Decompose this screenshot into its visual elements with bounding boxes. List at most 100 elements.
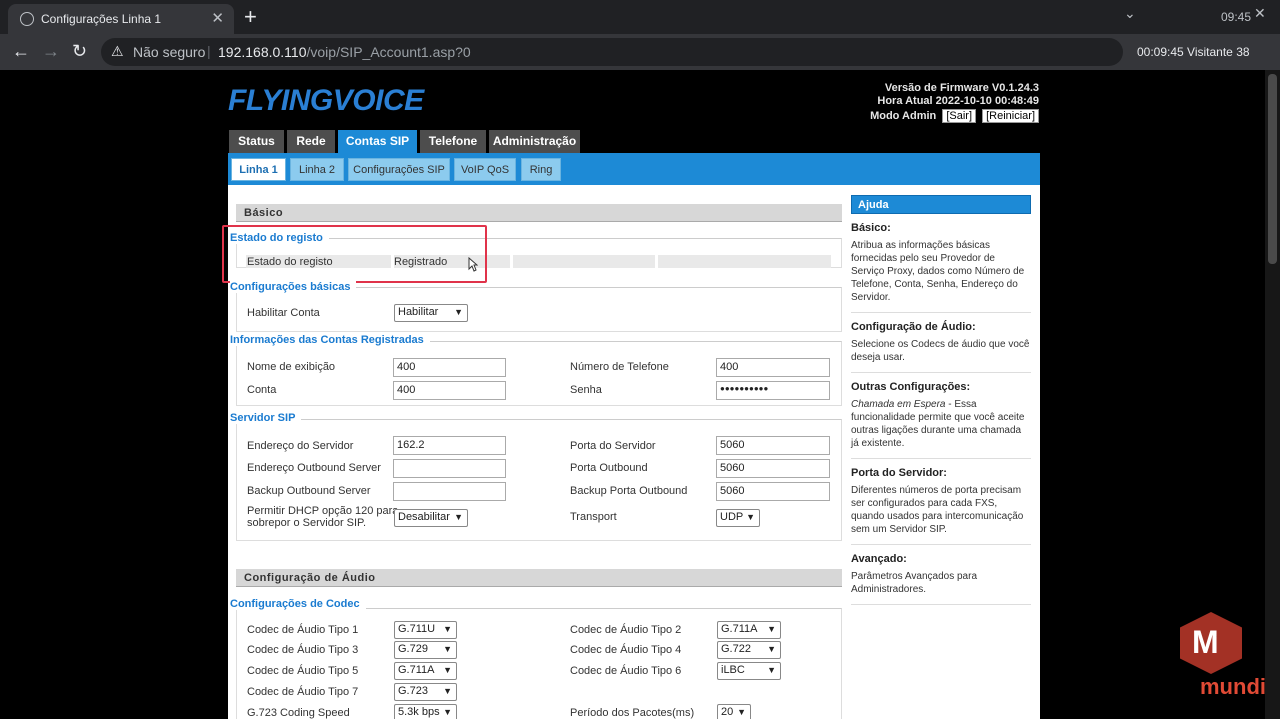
- codec-6-value: iLBC: [721, 664, 745, 676]
- browser-tab[interactable]: Configurações Linha 1 ✕: [8, 4, 234, 34]
- chevron-down-icon: ▼: [443, 644, 452, 654]
- codec-4-value: G.722: [721, 643, 751, 655]
- help-panel: Ajuda Básico: Atribua as informações bás…: [851, 195, 1031, 605]
- codec-7-label: Codec de Áudio Tipo 7: [247, 686, 359, 698]
- help-section-text: Selecione os Codecs de áudio que você de…: [851, 339, 1030, 363]
- help-section-server-port: Porta do Servidor: Diferentes números de…: [851, 459, 1031, 545]
- firmware-version: Versão de Firmware V0.1.24.3: [884, 82, 1039, 94]
- address-separator: |: [207, 43, 211, 59]
- backup-outbound-input[interactable]: [393, 482, 506, 501]
- display-name-input[interactable]: 400: [393, 358, 506, 377]
- codec-6-label: Codec de Áudio Tipo 6: [570, 665, 682, 677]
- address-path: /voip/SIP_Account1.asp?0: [306, 44, 471, 60]
- forward-arrow-icon[interactable]: →: [42, 41, 60, 62]
- help-section-text: Parâmetros Avançados para Administradore…: [851, 571, 978, 595]
- subtab-ring[interactable]: Ring: [521, 158, 561, 181]
- back-arrow-icon[interactable]: ←: [12, 41, 30, 62]
- chevron-down-icon[interactable]: ⌄: [1124, 5, 1136, 22]
- chevron-down-icon: ▼: [443, 686, 452, 696]
- codec-1-value: G.711U: [398, 623, 436, 635]
- packet-period-select[interactable]: 20 ▼: [717, 704, 751, 719]
- subtab-voip-qos[interactable]: VoIP QoS: [454, 158, 516, 181]
- cell-divider: [655, 255, 658, 268]
- address-bar[interactable]: ⚠ Não seguro | 192.168.0.110/voip/SIP_Ac…: [101, 38, 1123, 66]
- outbound-port-input[interactable]: 5060: [716, 459, 830, 478]
- codec-1-label: Codec de Áudio Tipo 1: [247, 624, 359, 636]
- help-section-title: Outras Configurações:: [851, 381, 971, 393]
- outbound-port-label: Porta Outbound: [570, 462, 648, 474]
- outbound-server-label: Endereço Outbound Server: [247, 462, 381, 474]
- subtab-linha-1[interactable]: Linha 1: [231, 158, 286, 181]
- tab-contas-sip[interactable]: Contas SIP: [338, 130, 417, 153]
- section-audio: Configuração de Áudio: [236, 569, 842, 587]
- help-title: Ajuda: [851, 195, 1031, 214]
- logo-glyph: M: [1192, 624, 1219, 660]
- chevron-down-icon: ▼: [767, 644, 776, 654]
- help-section-advanced: Avançado: Parâmetros Avançados para Admi…: [851, 545, 1031, 605]
- firmware-info: Versão de Firmware V0.1.24.3 Hora Atual …: [877, 82, 1039, 108]
- dhcp-option-select[interactable]: Desabilitar ▼: [394, 509, 468, 527]
- help-section-text: Diferentes números de porta precisam ser…: [851, 485, 1024, 535]
- codec-6-select[interactable]: iLBC ▼: [717, 662, 781, 680]
- coding-speed-select[interactable]: 5.3k bps ▼: [394, 704, 457, 719]
- tab-telefone[interactable]: Telefone: [420, 130, 486, 153]
- server-port-input[interactable]: 5060: [716, 436, 830, 455]
- password-input[interactable]: ●●●●●●●●●●: [716, 381, 830, 400]
- reboot-button[interactable]: [Reiniciar]: [982, 109, 1039, 123]
- backup-port-input[interactable]: 5060: [716, 482, 830, 501]
- enable-account-select[interactable]: Habilitar ▼: [394, 304, 468, 322]
- current-time: Hora Atual 2022-10-10 00:48:49: [877, 95, 1039, 107]
- sub-tabs: Linha 1 Linha 2 Configurações SIP VoIP Q…: [228, 153, 1040, 185]
- chevron-down-icon: ▼: [454, 307, 463, 317]
- help-section-title: Avançado:: [851, 553, 907, 565]
- chevron-down-icon: ▼: [443, 665, 452, 675]
- codec-4-select[interactable]: G.722 ▼: [717, 641, 781, 659]
- subtab-configuracoes-sip[interactable]: Configurações SIP: [348, 158, 450, 181]
- address-url: 192.168.0.110/voip/SIP_Account1.asp?0: [218, 44, 471, 60]
- tab-rede[interactable]: Rede: [287, 130, 335, 153]
- server-port-label: Porta do Servidor: [570, 440, 656, 452]
- page: FLYINGVOICE Versão de Firmware V0.1.24.3…: [0, 70, 1265, 719]
- red-highlight-box: [222, 225, 487, 283]
- tab-status[interactable]: Status: [229, 130, 284, 153]
- enable-account-label: Habilitar Conta: [247, 307, 320, 319]
- transport-value: UDP: [720, 511, 744, 523]
- coding-speed-label: G.723 Coding Speed: [247, 707, 350, 719]
- new-tab-button[interactable]: +: [244, 4, 257, 30]
- codec-1-select[interactable]: G.711U ▼: [394, 621, 457, 639]
- dhcp-option-value: Desabilitar: [398, 511, 450, 523]
- codec-5-select[interactable]: G.711A ▼: [394, 662, 457, 680]
- browser-toolbar: ← → ↻ ⚠ Não seguro | 192.168.0.110/voip/…: [0, 34, 1280, 70]
- chevron-down-icon: ▼: [454, 512, 463, 522]
- account-label: Conta: [247, 384, 277, 396]
- close-tab-icon[interactable]: ✕: [211, 9, 224, 27]
- help-section-title: Porta do Servidor:: [851, 467, 947, 479]
- help-section-text: Atribua as informações básicas fornecida…: [851, 240, 1025, 303]
- codec-3-value: G.729: [398, 643, 428, 655]
- packet-period-value: 20: [721, 706, 734, 718]
- close-window-icon[interactable]: ✕: [1254, 5, 1266, 22]
- transport-select[interactable]: UDP ▼: [716, 509, 760, 527]
- packet-period-label: Período dos Pacotes(ms): [570, 707, 695, 719]
- outbound-server-input[interactable]: [393, 459, 506, 478]
- address-host: 192.168.0.110: [218, 44, 307, 60]
- cell-divider: [510, 255, 513, 268]
- logout-button[interactable]: [Sair]: [942, 109, 977, 123]
- backup-outbound-label: Backup Outbound Server: [247, 485, 371, 497]
- chevron-down-icon: ▼: [737, 707, 746, 717]
- tab-administracao[interactable]: Administração: [489, 130, 580, 153]
- clock-overlay: 09:45: [1221, 10, 1252, 24]
- tab-title: Configurações Linha 1: [41, 12, 162, 26]
- codec-7-select[interactable]: G.723 ▼: [394, 683, 457, 701]
- server-address-input[interactable]: 162.2: [393, 436, 506, 455]
- codec-3-select[interactable]: G.729 ▼: [394, 641, 457, 659]
- reload-icon[interactable]: ↻: [72, 41, 87, 62]
- account-input[interactable]: 400: [393, 381, 506, 400]
- codec-2-select[interactable]: G.711A ▼: [717, 621, 781, 639]
- page-scrollbar[interactable]: [1265, 70, 1280, 719]
- scrollbar-thumb[interactable]: [1268, 74, 1277, 264]
- subtab-linha-2[interactable]: Linha 2: [290, 158, 344, 181]
- phone-number-input[interactable]: 400: [716, 358, 830, 377]
- help-section-title: Básico:: [851, 222, 891, 234]
- chevron-down-icon: ▼: [443, 624, 452, 634]
